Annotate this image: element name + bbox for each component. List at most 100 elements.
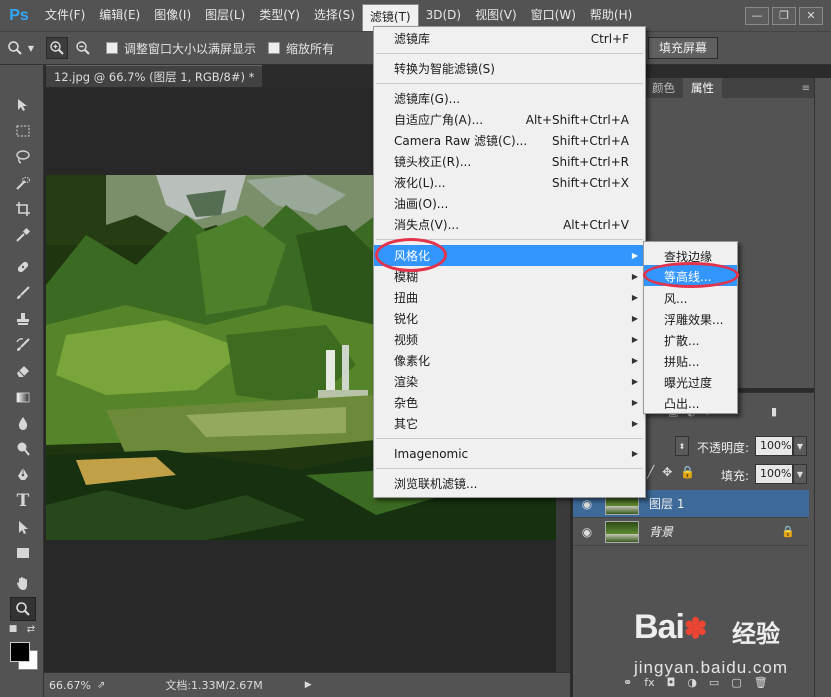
pen-tool-icon[interactable] xyxy=(10,463,36,487)
menu-file[interactable]: 文件(F) xyxy=(38,0,92,31)
opacity-dropdown-icon[interactable]: ▼ xyxy=(793,436,807,456)
zoom-all-checkbox[interactable]: 缩放所有 xyxy=(268,40,334,57)
zoom-tool-preset-icon[interactable] xyxy=(4,37,26,59)
lock-icon: 🔒 xyxy=(781,525,795,538)
layer-name[interactable]: 背景 xyxy=(649,523,673,540)
submenu-arrow-icon: ▶ xyxy=(631,419,638,428)
lock-icons: ╱ ✥ 🔒 xyxy=(647,465,695,479)
window-controls: — ❐ ✕ xyxy=(745,6,823,25)
quick-selection-tool-icon[interactable] xyxy=(10,171,36,195)
menu-item-lens-correction[interactable]: 镜头校正(R)... Shift+Ctrl+R xyxy=(374,151,645,172)
menu-separator xyxy=(376,468,643,469)
watermark-url: jingyan.baidu.com xyxy=(634,658,789,677)
status-menu-arrow-icon[interactable]: ▶ xyxy=(305,680,312,690)
lasso-tool-icon[interactable] xyxy=(10,145,36,169)
submenu-item-diffuse[interactable]: 扩散... xyxy=(644,329,737,350)
close-button[interactable]: ✕ xyxy=(799,6,823,25)
eye-icon[interactable]: ◉ xyxy=(573,525,601,539)
blend-mode-dropdown-icon[interactable]: ⬍ xyxy=(675,436,689,456)
zoom-level[interactable]: 66.67% xyxy=(49,679,91,692)
eraser-tool-icon[interactable] xyxy=(10,359,36,383)
resize-windows-checkbox[interactable]: 调整窗口大小以满屏显示 xyxy=(106,40,256,57)
fill-dropdown-icon[interactable]: ▼ xyxy=(793,464,807,484)
menu-image[interactable]: 图像(I) xyxy=(147,0,198,31)
submenu-item-extrude[interactable]: 凸出... xyxy=(644,392,737,413)
panel-scrollbar[interactable] xyxy=(814,78,831,697)
minimize-button[interactable]: — xyxy=(745,6,769,25)
menu-item-noise[interactable]: 杂色 ▶ xyxy=(374,392,645,413)
opacity-input[interactable]: 100% xyxy=(755,436,793,456)
menu-item-other[interactable]: 其它 ▶ xyxy=(374,413,645,434)
lock-pixels-icon[interactable]: ╱ xyxy=(647,465,654,479)
default-colors-icon[interactable]: ■ xyxy=(6,623,20,635)
tab-properties[interactable]: 属性 xyxy=(683,78,722,98)
menu-item-filter-gallery[interactable]: 滤镜库(G)... xyxy=(374,88,645,109)
submenu-item-emboss[interactable]: 浮雕效果... xyxy=(644,308,737,329)
rectangle-tool-icon[interactable] xyxy=(10,541,36,565)
type-tool-icon[interactable]: T xyxy=(10,489,36,513)
menu-item-convert-smart-filter[interactable]: 转换为智能滤镜(S) xyxy=(374,58,645,79)
gradient-tool-icon[interactable] xyxy=(10,385,36,409)
lock-position-icon[interactable]: ✥ xyxy=(662,465,672,479)
clone-stamp-tool-icon[interactable] xyxy=(10,307,36,331)
layer-filter-toggle-icon[interactable]: ▮ xyxy=(771,405,777,418)
layer-name[interactable]: 图层 1 xyxy=(649,495,684,512)
menu-item-filter-gallery-last[interactable]: 滤镜库 Ctrl+F xyxy=(374,28,645,49)
menu-item-imagenomic[interactable]: Imagenomic ▶ xyxy=(374,443,645,464)
submenu-arrow-icon: ▶ xyxy=(631,335,638,344)
menu-item-sharpen[interactable]: 锐化 ▶ xyxy=(374,308,645,329)
history-brush-tool-icon[interactable] xyxy=(10,333,36,357)
lock-all-icon[interactable]: 🔒 xyxy=(680,465,695,479)
zoom-out-icon[interactable] xyxy=(72,37,94,59)
marquee-tool-icon[interactable] xyxy=(10,119,36,143)
chevron-down-icon[interactable]: ▼ xyxy=(26,37,36,59)
foreground-color-swatch[interactable] xyxy=(10,642,30,662)
panel-menu-icon[interactable]: ≡ xyxy=(802,83,810,94)
submenu-arrow-icon: ▶ xyxy=(631,398,638,407)
menu-item-liquify[interactable]: 液化(L)... Shift+Ctrl+X xyxy=(374,172,645,193)
path-selection-tool-icon[interactable] xyxy=(10,515,36,539)
fill-input[interactable]: 100% xyxy=(755,464,793,484)
crop-tool-icon[interactable] xyxy=(10,197,36,221)
menu-item-adaptive-wide-angle[interactable]: 自适应广角(A)... Alt+Shift+Ctrl+A xyxy=(374,109,645,130)
menu-item-browse-online-filters[interactable]: 浏览联机滤镜... xyxy=(374,473,645,494)
menu-item-camera-raw[interactable]: Camera Raw 滤镜(C)... Shift+Ctrl+A xyxy=(374,130,645,151)
resize-windows-label: 调整窗口大小以满屏显示 xyxy=(124,41,257,56)
menu-edit[interactable]: 编辑(E) xyxy=(92,0,147,31)
checkbox-box xyxy=(268,42,281,54)
menu-select[interactable]: 选择(S) xyxy=(307,0,362,31)
menu-item-render[interactable]: 渲染 ▶ xyxy=(374,371,645,392)
menu-item-oil-paint[interactable]: 油画(O)... xyxy=(374,193,645,214)
move-tool-icon[interactable] xyxy=(10,93,36,117)
menu-separator xyxy=(376,438,643,439)
brush-tool-icon[interactable] xyxy=(10,281,36,305)
submenu-item-wind[interactable]: 风... xyxy=(644,287,737,308)
dodge-tool-icon[interactable] xyxy=(10,437,36,461)
menu-item-distort[interactable]: 扭曲 ▶ xyxy=(374,287,645,308)
submenu-item-solarize[interactable]: 曝光过度 xyxy=(644,371,737,392)
restore-button[interactable]: ❐ xyxy=(772,6,796,25)
hand-tool-icon[interactable] xyxy=(10,571,36,595)
checkbox-box xyxy=(106,42,118,54)
swap-colors-icon[interactable]: ⇄ xyxy=(24,623,38,635)
menu-item-vanishing-point[interactable]: 消失点(V)... Alt+Ctrl+V xyxy=(374,214,645,235)
share-icon[interactable]: ⇗ xyxy=(97,680,105,691)
zoom-all-label: 缩放所有 xyxy=(286,41,335,56)
menu-item-video[interactable]: 视频 ▶ xyxy=(374,329,645,350)
submenu-arrow-icon: ▶ xyxy=(631,356,638,365)
healing-brush-tool-icon[interactable] xyxy=(10,255,36,279)
layer-thumbnail xyxy=(605,520,639,543)
layer-row[interactable]: ◉ 背景 🔒 xyxy=(573,518,809,546)
eye-icon[interactable]: ◉ xyxy=(573,497,601,511)
fill-screen-button[interactable]: 填充屏幕 xyxy=(648,37,719,59)
menu-layer[interactable]: 图层(L) xyxy=(198,0,252,31)
menu-type[interactable]: 类型(Y) xyxy=(252,0,307,31)
eyedropper-tool-icon[interactable] xyxy=(10,223,36,247)
zoom-in-icon[interactable] xyxy=(46,37,68,59)
submenu-item-tiles[interactable]: 拼贴... xyxy=(644,350,737,371)
menu-item-pixelate[interactable]: 像素化 ▶ xyxy=(374,350,645,371)
zoom-tool-icon[interactable] xyxy=(10,597,36,621)
blur-tool-icon[interactable] xyxy=(10,411,36,435)
tab-color[interactable]: 颜色 xyxy=(644,78,683,98)
document-tab[interactable]: 12.jpg @ 66.7% (图层 1, RGB/8#) * × xyxy=(46,65,262,87)
